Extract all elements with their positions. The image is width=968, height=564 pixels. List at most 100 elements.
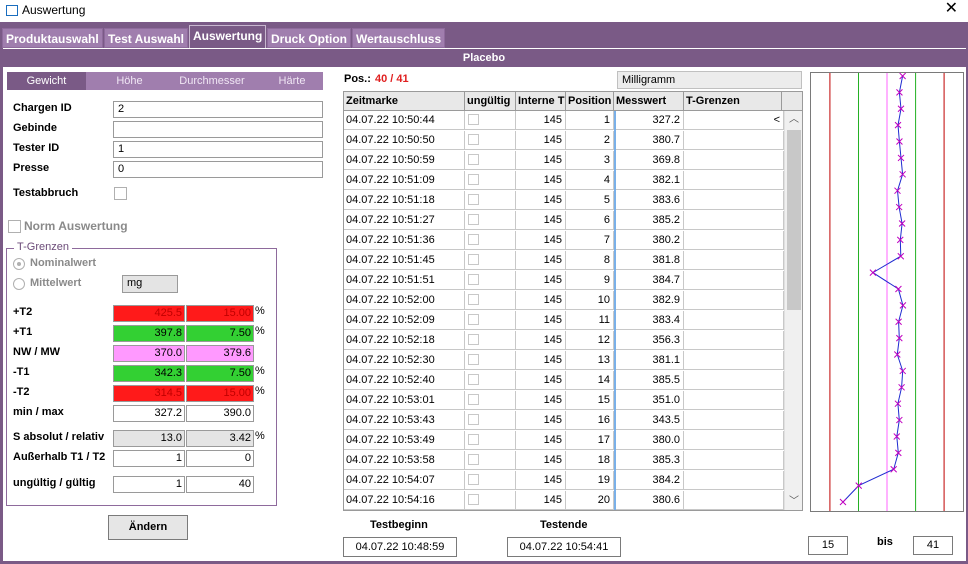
ungueltig-checkbox[interactable] — [468, 134, 479, 145]
presse-field[interactable]: 0 — [113, 161, 323, 178]
scroll-down-icon[interactable]: ﹀ — [785, 494, 802, 510]
ungueltig-checkbox[interactable] — [468, 394, 479, 405]
ungueltig-checkbox[interactable] — [468, 114, 479, 125]
ungueltig-checkbox[interactable] — [468, 334, 479, 345]
column-header-zeitmarke[interactable]: Zeitmarke — [344, 92, 465, 111]
range-to-field[interactable]: 41 — [913, 536, 953, 555]
nominalwert-radio[interactable] — [13, 258, 25, 270]
ungueltig-checkbox[interactable] — [468, 494, 479, 505]
table-row[interactable]: 04.07.22 10:54:07 145 19 384.2 — [344, 471, 784, 490]
cell-position: 5 — [566, 191, 614, 210]
ungueltig-checkbox[interactable] — [468, 454, 479, 465]
subtab-hoehe[interactable]: Höhe — [92, 72, 167, 90]
cell-interne-t: 145 — [516, 431, 566, 450]
table-row[interactable]: 04.07.22 10:50:50 145 2 380.7 — [344, 131, 784, 150]
ungueltig-checkbox[interactable] — [468, 214, 479, 225]
cell-interne-t: 145 — [516, 191, 566, 210]
table-row[interactable]: 04.07.22 10:50:59 145 3 369.8 — [344, 151, 784, 170]
subtab-durchmesser[interactable]: Durchmesser — [167, 72, 257, 90]
ungueltig-checkbox[interactable] — [468, 194, 479, 205]
ungueltig-checkbox[interactable] — [468, 434, 479, 445]
mittelwert-radio[interactable] — [13, 278, 25, 290]
column-header-position[interactable]: Position — [566, 92, 614, 111]
ungueltig-checkbox[interactable] — [468, 154, 479, 165]
column-header-t-grenzen[interactable]: T-Grenzen — [684, 92, 782, 111]
cell-t-grenzen — [684, 231, 784, 250]
testende-field: 04.07.22 10:54:41 — [507, 537, 621, 557]
mittelwert-label: Mittelwert — [30, 277, 82, 289]
range-bis-label: bis — [877, 536, 893, 548]
column-header-interne-t[interactable]: Interne T — [516, 92, 566, 111]
cell-ungueltig — [465, 311, 516, 330]
table-row[interactable]: 04.07.22 10:50:44 145 1 327.2 < — [344, 111, 784, 130]
cell-t-grenzen — [684, 391, 784, 410]
table-row[interactable]: 04.07.22 10:51:09 145 4 382.1 — [344, 171, 784, 190]
cell-ungueltig — [465, 291, 516, 310]
table-row[interactable]: 04.07.22 10:53:49 145 17 380.0 — [344, 431, 784, 450]
table-row[interactable]: 04.07.22 10:52:30 145 13 381.1 — [344, 351, 784, 370]
cell-position: 9 — [566, 271, 614, 290]
table-row[interactable]: 04.07.22 10:53:43 145 16 343.5 — [344, 411, 784, 430]
table-row[interactable]: 04.07.22 10:52:18 145 12 356.3 — [344, 331, 784, 350]
unit-field[interactable]: mg — [122, 275, 178, 293]
ungueltig-checkbox[interactable] — [468, 294, 479, 305]
subtab-gewicht[interactable]: Gewicht — [7, 72, 86, 90]
testabbruch-checkbox[interactable] — [114, 187, 127, 200]
ungueltig-value: 1 — [113, 476, 185, 493]
cell-interne-t: 145 — [516, 271, 566, 290]
range-from-field[interactable]: 15 — [808, 536, 848, 555]
control-chart — [810, 72, 964, 512]
gebinde-label: Gebinde — [13, 122, 58, 134]
tab-produktauswahl[interactable]: Produktauswahl — [2, 28, 103, 48]
scrollbar-thumb[interactable] — [787, 130, 801, 310]
tab-wertauschluss[interactable]: Wertauschluss — [352, 28, 446, 48]
ungueltig-checkbox[interactable] — [468, 354, 479, 365]
tgrenzen-title: T-Grenzen — [14, 241, 72, 253]
table-row[interactable]: 04.07.22 10:52:09 145 11 383.4 — [344, 311, 784, 330]
table-scrollbar[interactable]: ︿ ﹀ — [784, 111, 802, 510]
ungueltig-checkbox[interactable] — [468, 374, 479, 385]
chargen-id-field[interactable]: 2 — [113, 101, 323, 118]
tester-id-field[interactable]: 1 — [113, 141, 323, 158]
table-row[interactable]: 04.07.22 10:52:00 145 10 382.9 — [344, 291, 784, 310]
table-row[interactable]: 04.07.22 10:54:16 145 20 380.6 — [344, 491, 784, 510]
cell-position: 16 — [566, 411, 614, 430]
cell-messwert: 384.7 — [614, 271, 684, 290]
cell-position: 7 — [566, 231, 614, 250]
tab-auswertung[interactable]: Auswertung — [189, 25, 267, 48]
ungueltig-checkbox[interactable] — [468, 234, 479, 245]
table-row[interactable]: 04.07.22 10:51:51 145 9 384.7 — [344, 271, 784, 290]
table-row[interactable]: 04.07.22 10:51:18 145 5 383.6 — [344, 191, 784, 210]
subtab-haerte[interactable]: Härte — [262, 72, 322, 90]
s-percent: % — [255, 430, 265, 442]
table-row[interactable]: 04.07.22 10:51:45 145 8 381.8 — [344, 251, 784, 270]
norm-auswertung-checkbox[interactable] — [8, 220, 21, 233]
ungueltig-checkbox[interactable] — [468, 174, 479, 185]
cell-zeitmarke: 04.07.22 10:52:00 — [344, 291, 465, 310]
close-icon[interactable]: ✕ — [945, 1, 958, 17]
tester-id-label: Tester ID — [13, 142, 60, 154]
tab-test-auswahl[interactable]: Test Auswahl — [104, 28, 189, 48]
table-row[interactable]: 04.07.22 10:53:01 145 15 351.0 — [344, 391, 784, 410]
cell-messwert: 380.2 — [614, 231, 684, 250]
ungueltig-checkbox[interactable] — [468, 314, 479, 325]
cell-zeitmarke: 04.07.22 10:51:18 — [344, 191, 465, 210]
column-header-ungueltig[interactable]: ungültig — [465, 92, 516, 111]
table-row[interactable]: 04.07.22 10:51:36 145 7 380.2 — [344, 231, 784, 250]
column-header-messwert[interactable]: Messwert — [614, 92, 684, 111]
gebinde-field[interactable] — [113, 121, 323, 138]
aendern-button[interactable]: Ändern — [108, 515, 188, 540]
tgrenzen-row-label: -T1 — [13, 366, 30, 378]
table-row[interactable]: 04.07.22 10:51:27 145 6 385.2 — [344, 211, 784, 230]
scroll-up-icon[interactable]: ︿ — [785, 112, 802, 128]
cell-position: 20 — [566, 491, 614, 510]
ungueltig-checkbox[interactable] — [468, 254, 479, 265]
table-row[interactable]: 04.07.22 10:52:40 145 14 385.5 — [344, 371, 784, 390]
tab-druck-option[interactable]: Druck Option — [267, 28, 352, 48]
cell-interne-t: 145 — [516, 311, 566, 330]
ungueltig-checkbox[interactable] — [468, 414, 479, 425]
ungueltig-checkbox[interactable] — [468, 274, 479, 285]
table-row[interactable]: 04.07.22 10:53:58 145 18 385.3 — [344, 451, 784, 470]
ungueltig-checkbox[interactable] — [468, 474, 479, 485]
cell-zeitmarke: 04.07.22 10:50:44 — [344, 111, 465, 130]
